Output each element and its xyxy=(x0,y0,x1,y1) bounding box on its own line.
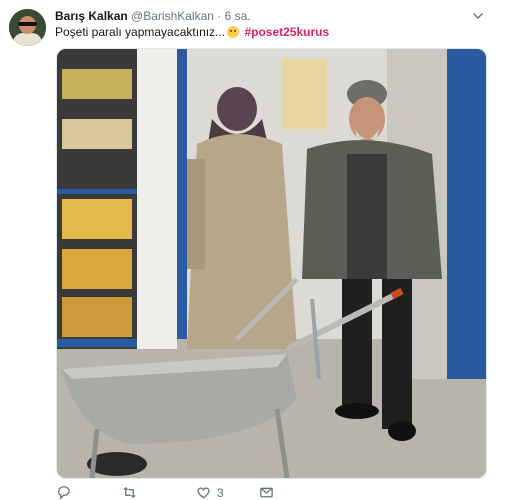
tweet-text: Poşeti paralı yapmayacaktınız... #poset2… xyxy=(55,25,329,39)
avatar[interactable] xyxy=(9,9,46,46)
retweet-button[interactable] xyxy=(122,485,137,500)
tweet-body: Poşeti paralı yapmayacaktınız... xyxy=(55,25,226,39)
reply-button[interactable] xyxy=(56,485,71,500)
tweet-photo[interactable] xyxy=(56,48,487,479)
reply-icon xyxy=(58,486,70,500)
like-count: 3 xyxy=(217,485,224,500)
tweet[interactable]: Barış Kalkan @BarishKalkan · 6 sa. Poşet… xyxy=(0,0,506,500)
envelope-icon xyxy=(260,487,273,498)
hashtag-link[interactable]: #poset25kurus xyxy=(244,25,329,39)
store-photo xyxy=(57,49,486,478)
retweet-icon xyxy=(123,487,136,498)
author-name[interactable]: Barış Kalkan xyxy=(55,9,128,23)
tweet-header: Barış Kalkan @BarishKalkan · 6 sa. xyxy=(55,9,251,23)
chevron-down-icon[interactable] xyxy=(472,10,484,22)
tweet-actions: 3 xyxy=(56,485,316,500)
author-handle[interactable]: @BarishKalkan xyxy=(131,9,214,23)
timestamp[interactable]: 6 sa. xyxy=(225,9,251,23)
grinning-face-emoji-icon xyxy=(227,26,240,38)
direct-message-button[interactable] xyxy=(259,485,274,500)
like-button[interactable]: 3 xyxy=(196,485,224,500)
separator: · xyxy=(217,9,222,23)
heart-icon xyxy=(197,487,210,499)
